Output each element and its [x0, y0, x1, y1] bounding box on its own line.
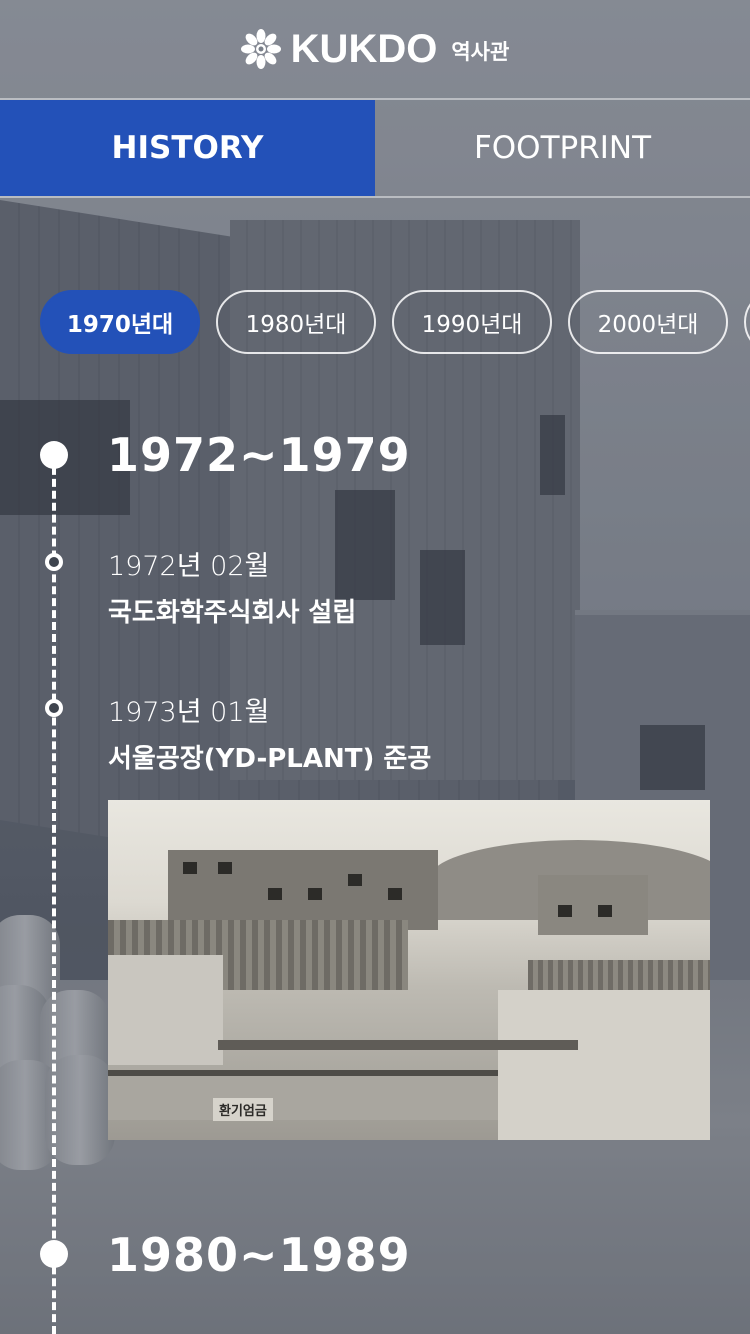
- decade-pill-next[interactable]: [744, 290, 750, 354]
- period-title: 1980~1989: [107, 1228, 411, 1282]
- event-marker: [45, 553, 63, 571]
- decade-pill-1970s[interactable]: 1970년대: [40, 290, 200, 354]
- tab-footprint[interactable]: FOOTPRINT: [375, 100, 750, 196]
- period-marker: [40, 1240, 68, 1268]
- decade-pill-1980s[interactable]: 1980년대: [216, 290, 376, 354]
- event-title: 서울공장(YD-PLANT) 준공: [108, 744, 432, 774]
- brand-name[interactable]: KUKDO: [291, 27, 438, 72]
- app-header: KUKDO 역사관: [0, 0, 750, 100]
- event-photo: 환기엄금: [108, 800, 710, 1140]
- main-tabs: HISTORY FOOTPRINT: [0, 100, 750, 198]
- timeline-line: [52, 455, 56, 1334]
- event-marker: [45, 699, 63, 717]
- decade-selector: 1970년대 1980년대 1990년대 2000년대: [40, 290, 750, 356]
- event-title: 국도화학주식회사 설립: [108, 598, 357, 628]
- period-marker: [40, 441, 68, 469]
- decade-pill-2000s[interactable]: 2000년대: [568, 290, 728, 354]
- brand-subtitle: 역사관: [451, 40, 510, 64]
- period-title: 1972~1979: [107, 428, 411, 482]
- event-date: 1972년 02월: [108, 551, 270, 582]
- event-date: 1973년 01월: [108, 697, 270, 728]
- decade-pill-1990s[interactable]: 1990년대: [392, 290, 552, 354]
- kukdo-flower-logo-icon: [240, 29, 281, 69]
- tab-history[interactable]: HISTORY: [0, 100, 375, 196]
- photo-sign: 환기엄금: [213, 1098, 273, 1121]
